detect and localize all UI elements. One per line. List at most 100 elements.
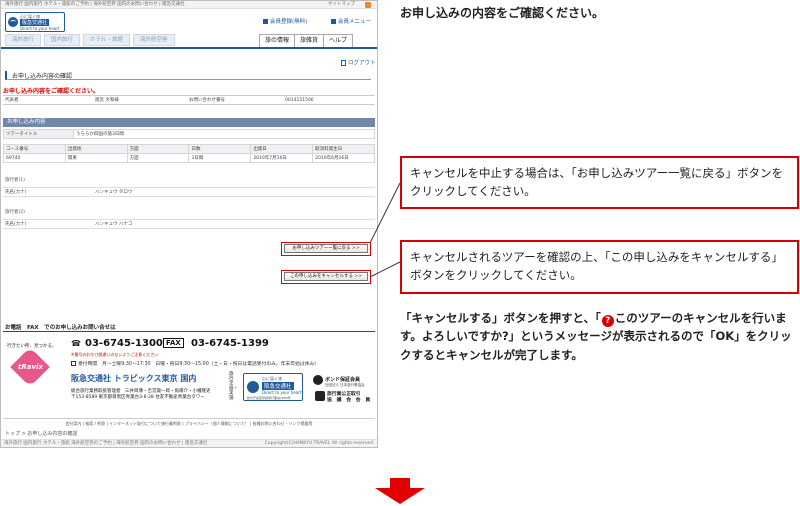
screenshot-panel: 海外旅行 国内旅行 ホテル・旅館のご予約 | 海外航空券 国内のお問い合わせ |… bbox=[0, 0, 378, 448]
service-tabs: 海外旅行 国内旅行 ホテル・旅館 海外航空券 bbox=[5, 34, 175, 46]
phone-icon: ☎ bbox=[71, 339, 81, 348]
traveler1-section: 旅行者(1) bbox=[5, 178, 25, 183]
pencil-icon bbox=[331, 19, 336, 24]
bottom-notice: 海外旅行 国内旅行 ホテル・旅館 海外航空券のご予約 | 海外航空券 国内のお問… bbox=[4, 441, 208, 446]
contact-divider bbox=[3, 331, 375, 332]
fax-tag: FAX bbox=[163, 338, 184, 348]
brand-logo[interactable]: 心に届く旅 阪急交通社 Direct to your heart bbox=[5, 12, 65, 32]
tour-title-table: ツアータイトル うららか四国の旅3日間 bbox=[3, 129, 375, 139]
brand-name: 阪急交通社 bbox=[20, 19, 50, 26]
hours-label: 受付時間 bbox=[78, 362, 98, 367]
heart-logo-text: tRavix bbox=[18, 363, 43, 371]
tour-title-value: うららか四国の旅3日間 bbox=[73, 129, 375, 139]
address-line-2: 〒153-8589 東京都目黒区青葉台3-6-28 住友不動産青葉台タワー bbox=[71, 395, 205, 401]
down-arrow-icon bbox=[375, 478, 425, 504]
rep-label: 代表者 bbox=[5, 98, 19, 103]
contact-title: お電話 FAX でのお申し込みお問い合せは bbox=[5, 325, 116, 331]
business-hours: 受付時間 月～土曜9:30～17:30 日曜・祝日9:30～15:00（土・日・… bbox=[71, 360, 319, 367]
sitemap-link[interactable]: サイトマップ bbox=[328, 2, 355, 7]
office-name: 阪急交通社 トラビックス東京 国内 bbox=[71, 374, 197, 383]
traveler2-label: 氏名(カナ) bbox=[5, 222, 27, 227]
tab-airline[interactable]: 海外航空券 bbox=[133, 34, 175, 46]
brand2-note: 観光庁長官登録旅行業第1889号 bbox=[247, 396, 291, 400]
bond-name: ボンド保証会員 bbox=[325, 377, 361, 383]
td-days: 3日間 bbox=[188, 153, 252, 163]
tab-domestic[interactable]: 国内旅行 bbox=[44, 34, 81, 46]
td-departure-place: 関東 bbox=[64, 153, 128, 163]
brand2-tagline: Direct to your heart bbox=[262, 390, 302, 395]
course-table: コース番号 出発地 方面 日数 出発日 取消料発生日 69740 関東 方面 3… bbox=[3, 144, 375, 163]
register-label: 会員登録(無料) bbox=[270, 19, 308, 25]
rss-icon[interactable] bbox=[365, 2, 371, 8]
member-menu-link[interactable]: 会員メニュー bbox=[331, 19, 371, 26]
traveler2-section: 旅行者(2) bbox=[5, 210, 25, 215]
th-departure-date: 出発日 bbox=[250, 144, 314, 154]
arrow-right-icon: >> bbox=[353, 274, 362, 279]
traveler2-name: ハンキュウ ハナコ bbox=[95, 222, 133, 227]
bond-icon bbox=[313, 375, 323, 385]
arrow-right-icon: >> bbox=[350, 246, 360, 251]
brand-tagline: Direct to your heart bbox=[20, 26, 60, 31]
td-area: 方面 bbox=[126, 153, 190, 163]
tab-hotel[interactable]: ホテル・旅館 bbox=[83, 34, 131, 46]
th-departure-place: 出発地 bbox=[64, 144, 128, 154]
register-link[interactable]: 会員登録(無料) bbox=[263, 19, 307, 26]
footer-links[interactable]: 会社案内 | 検索 / 約款 | インターネット取引について旅行業約款 | プラ… bbox=[3, 418, 375, 427]
back-button-label: お申し込みツアー一覧に戻る bbox=[292, 246, 351, 251]
phone-number[interactable]: 03-6745-1300 bbox=[85, 338, 163, 349]
th-area: 方面 bbox=[126, 144, 190, 154]
nav-travel-info[interactable]: 旅の情報 bbox=[259, 34, 296, 48]
brand2-name: 阪急交通社 bbox=[262, 382, 294, 390]
traveler1-label: 氏名(カナ) bbox=[5, 190, 27, 195]
phone-note: ※番号のおかけ間違いのないようご注意ください bbox=[71, 352, 159, 357]
logout-label: ログアウト bbox=[348, 60, 376, 67]
traveler1-row: 氏名(カナ) ハンキュウ タロウ bbox=[3, 187, 375, 197]
nav-help[interactable]: ヘルプ bbox=[324, 34, 354, 48]
brand-logo-footer: 心に届く旅 阪急交通社 Direct to your heart 観光庁長官登録… bbox=[243, 373, 303, 401]
inquiry-label: お問い合わせ番号 bbox=[189, 98, 225, 103]
table-header-row: コース番号 出発地 方面 日数 出発日 取消料発生日 bbox=[3, 144, 375, 154]
heart-logo: tRavix bbox=[11, 353, 49, 385]
section-title: お申し込み内容の確認 bbox=[5, 71, 371, 80]
instruction-heading: お申し込みの内容をご確認ください。 bbox=[400, 6, 605, 20]
representative-row: 代表者 阪急 大和様 お問い合わせ番号 0014151506 bbox=[3, 95, 375, 105]
logout-icon bbox=[341, 60, 346, 66]
th-cancel-fee-date: 取消料発生日 bbox=[312, 144, 375, 154]
td-cancel-fee-date: 2010年6月26日 bbox=[312, 153, 375, 163]
right-nav: 旅の情報 旅雑貨 ヘルプ bbox=[259, 34, 354, 48]
th-course: コース番号 bbox=[3, 144, 66, 154]
fair-trade-line2: 協 議 会 会 員 bbox=[327, 397, 371, 403]
tab-overseas[interactable]: 海外旅行 bbox=[5, 34, 42, 46]
fax-number: 03-6745-1399 bbox=[191, 338, 269, 349]
breadcrumb-current: お申し込み内容の確認 bbox=[27, 431, 78, 437]
question-icon: ? bbox=[601, 315, 614, 327]
back-to-list-button[interactable]: お申し込みツアー一覧に戻る >> bbox=[284, 244, 368, 253]
bond-sub: 社団法人 日本旅行業協会 bbox=[325, 383, 365, 387]
application-bar: お申し込み内容 bbox=[3, 118, 375, 127]
breadcrumb-top-link[interactable]: トップ bbox=[5, 431, 20, 437]
red-note: お申し込み内容をご確認ください。 bbox=[3, 88, 100, 95]
table-row: 69740 関東 方面 3日間 2010年7月16日 2010年6月26日 bbox=[3, 153, 375, 163]
fair-trade-line1: 旅行業公正取引 bbox=[327, 392, 361, 397]
member-icon bbox=[263, 19, 268, 24]
brand-bird-icon bbox=[8, 17, 18, 27]
vertical-label: 旅行企画・実施 bbox=[229, 372, 238, 401]
copyright: Copyright(C)HANKYU TRAVEL All rights res… bbox=[264, 441, 373, 446]
cancel-button-label: この申し込みをキャンセルする bbox=[290, 274, 353, 279]
inquiry-number: 0014151506 bbox=[285, 98, 314, 103]
logout-link[interactable]: ログアウト bbox=[341, 60, 376, 67]
td-course: 69740 bbox=[3, 153, 66, 163]
fair-trade-text: 旅行業公正取引協 議 会 会 員 bbox=[327, 392, 370, 404]
brand-bird-icon bbox=[247, 381, 259, 393]
callout-stop-cancel: キャンセルを中止する場合は、「お申し込みツアー一覧に戻る」ボタンをクリックしてく… bbox=[400, 156, 799, 209]
breadcrumb: トップ > お申し込み内容の確認 bbox=[5, 431, 78, 437]
traveler2-row: 氏名(カナ) ハンキュウ ハナコ bbox=[3, 219, 375, 229]
top-notice: 海外旅行 国内旅行 ホテル・旅館のご予約 | 海外航空券 国内のお問い合わせ |… bbox=[5, 2, 185, 7]
nav-goods[interactable]: 旅雑貨 bbox=[295, 34, 325, 48]
cancel-application-button[interactable]: この申し込みをキャンセルする >> bbox=[284, 272, 368, 281]
bottom-strip: 海外旅行 国内旅行 ホテル・旅館 海外航空券のご予約 | 海外航空券 国内のお問… bbox=[1, 439, 377, 447]
traveler1-name: ハンキュウ タロウ bbox=[95, 190, 133, 195]
checkbox-icon bbox=[71, 361, 76, 366]
tour-title-label: ツアータイトル bbox=[3, 129, 74, 139]
callout-do-cancel: キャンセルされるツアーを確認の上、「この申し込みをキャンセルする」ボタンをクリッ… bbox=[400, 240, 799, 294]
